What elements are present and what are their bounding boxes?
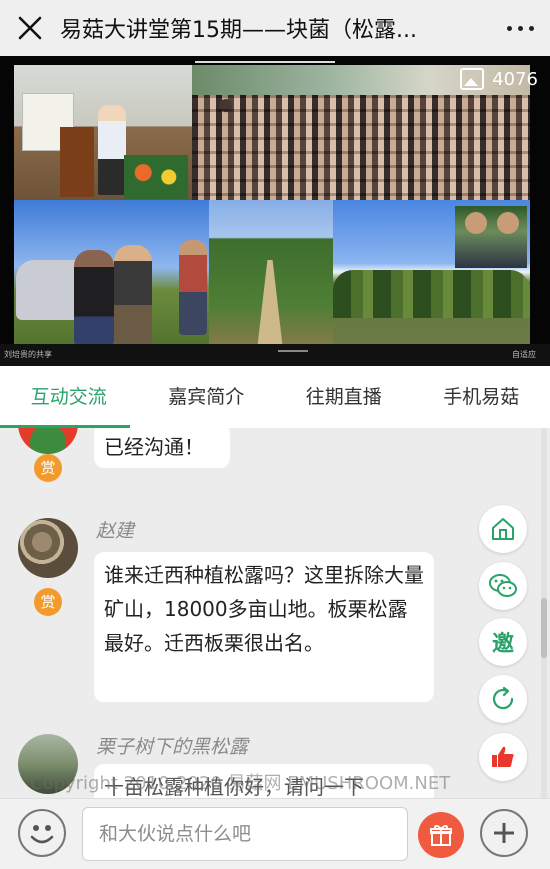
wechat-icon — [489, 574, 517, 597]
more-dots-icon — [506, 25, 512, 31]
close-icon — [18, 16, 42, 40]
more-button[interactable] — [490, 0, 550, 56]
image-icon — [460, 68, 485, 90]
view-count-value: 4076 — [492, 68, 538, 90]
input-bar: 和大伙说点什么吧 — [0, 798, 550, 869]
smiley-icon — [30, 825, 54, 844]
avatar[interactable] — [18, 428, 78, 454]
home-button[interactable] — [479, 505, 527, 553]
chat-message: 谁来迁西种植松露吗？这里拆除大量矿山，18000多亩山地。板栗松露最好。迁西板栗… — [94, 552, 434, 702]
like-button[interactable] — [479, 733, 527, 781]
refresh-button[interactable] — [479, 675, 527, 723]
presenter-label: 刘培贵的共享 — [4, 350, 52, 359]
chat-username: 栗子树下的黑松露 — [96, 736, 249, 758]
reward-button[interactable]: 赏 — [34, 454, 62, 482]
tab-mobile-emushroom[interactable]: 手机易菇 — [413, 366, 550, 428]
reward-button[interactable]: 赏 — [34, 588, 62, 616]
shared-screen-collage — [14, 65, 536, 366]
field-visit-photo — [14, 200, 209, 350]
tab-interaction[interactable]: 互动交流 — [0, 366, 138, 428]
tab-bar: 互动交流 嘉宾简介 往期直播 手机易菇 — [0, 366, 550, 428]
lecture-photo — [14, 65, 192, 200]
wechat-share-button[interactable] — [479, 562, 527, 610]
copyright-watermark: Copyright 2010-2020 易菇网 EMUSHROOM.NET — [30, 773, 451, 794]
plus-button[interactable] — [480, 809, 528, 857]
avatar[interactable] — [18, 518, 78, 578]
refresh-icon — [492, 686, 514, 710]
toolbar-controls[interactable] — [278, 350, 308, 358]
chat-scrollbar[interactable] — [541, 428, 547, 798]
gift-icon — [430, 825, 452, 846]
gift-button[interactable] — [418, 812, 464, 858]
emoji-button[interactable] — [18, 809, 66, 857]
orchard-mountain-photo — [333, 200, 530, 350]
chat-username: 赵建 — [96, 520, 135, 542]
chat-input[interactable]: 和大伙说点什么吧 — [82, 807, 408, 861]
invite-label: 邀 — [491, 632, 514, 657]
orchard-path-photo — [209, 200, 333, 350]
invite-button[interactable]: 邀 — [479, 618, 527, 666]
chat-list[interactable]: 赏 已经沟通！ 赵建 赏 谁来迁西种植松露吗？这里拆除大量矿山，18000多亩山… — [0, 428, 550, 798]
page-title: 易菇大讲堂第15期——块菌（松露... — [60, 18, 417, 43]
chat-message: 已经沟通！ — [94, 428, 230, 468]
thumbs-up-icon — [492, 746, 514, 767]
tab-past-live[interactable]: 往期直播 — [275, 366, 413, 428]
view-count: 4076 — [460, 68, 538, 90]
window-fit-label[interactable]: 自适应 — [512, 349, 536, 360]
top-bar: 易菇大讲堂第15期——块菌（松露... — [0, 0, 550, 56]
video-player[interactable]: 4076 刘培贵的共享 自适应 — [0, 56, 550, 366]
meeting-toolbar: 刘培贵的共享 自适应 — [0, 344, 550, 366]
tab-guest-intro[interactable]: 嘉宾简介 — [138, 366, 276, 428]
close-button[interactable] — [0, 0, 60, 56]
home-icon — [492, 518, 514, 540]
video-progress-bar — [195, 61, 335, 63]
